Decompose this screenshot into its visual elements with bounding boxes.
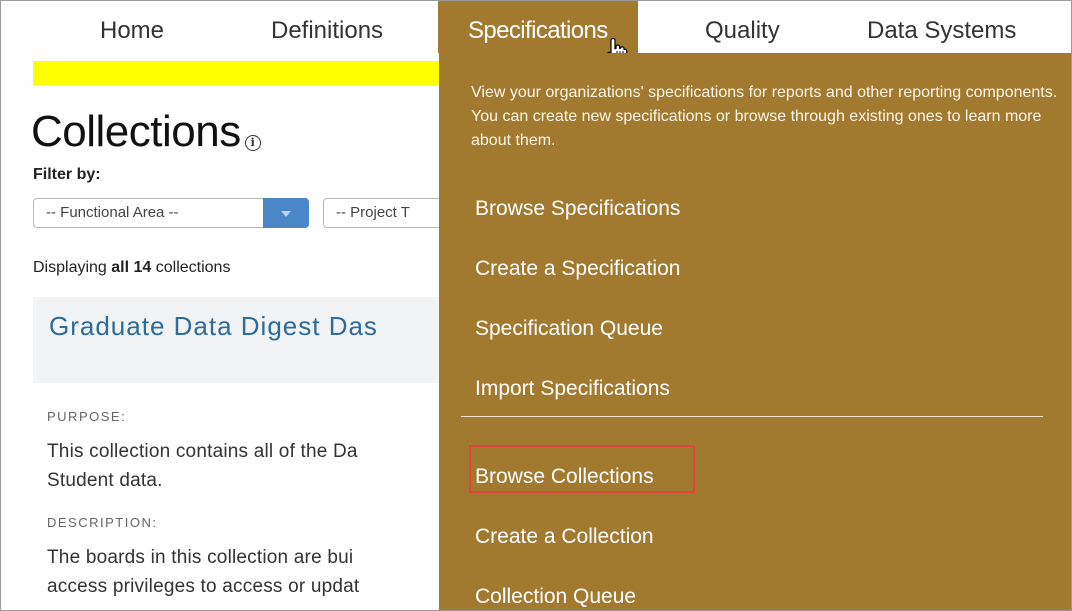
menu-item-create-collection[interactable]: Create a Collection [475,525,654,549]
menu-item-collection-queue[interactable]: Collection Queue [475,585,636,609]
app-window: Home Definitions Specifications Quality … [0,0,1072,611]
filter-label: Filter by: [33,166,101,183]
description-label: DESCRIPTION: [47,515,158,530]
page-title: Collections [31,107,241,156]
page-header: Collections i [31,107,261,157]
result-count: Displaying all 14 collections [33,259,230,277]
description-text-line-1: The boards in this collection are bui [47,547,354,568]
menu-item-browse-collections[interactable]: Browse Collections [475,465,654,489]
menu-divider [461,416,1043,417]
nav-definitions[interactable]: Definitions [271,17,383,45]
alert-banner [33,61,443,85]
description-text-line-2: access privileges to access or updat [47,576,360,597]
menu-item-specification-queue[interactable]: Specification Queue [475,317,663,341]
purpose-text-line-2: Student data. [47,470,163,488]
collection-title-link[interactable]: Graduate Data Digest Das [49,311,378,342]
purpose-label: PURPOSE: [47,409,127,424]
dropdown-description: View your organizations' specifications … [471,84,1058,149]
collection-card: Graduate Data Digest Das [33,297,453,383]
nav-data-systems[interactable]: Data Systems [867,17,1016,45]
result-count-number: all 14 [111,259,152,276]
nav-quality[interactable]: Quality [705,17,780,45]
result-count-prefix: Displaying [33,259,112,276]
nav-home[interactable]: Home [100,17,164,45]
info-icon[interactable]: i [244,135,261,151]
functional-area-select[interactable]: -- Functional Area -- [33,198,263,228]
menu-item-import-specifications[interactable]: Import Specifications [475,377,670,401]
top-nav: Home Definitions Specifications Quality … [1,1,1071,53]
menu-item-browse-specifications[interactable]: Browse Specifications [475,197,680,221]
chevron-down-icon[interactable] [263,198,309,228]
result-count-suffix: collections [151,259,231,276]
menu-item-create-specification[interactable]: Create a Specification [475,257,680,281]
specifications-dropdown-menu: View your organizations' specifications … [439,53,1071,610]
project-type-select[interactable]: -- Project T [323,198,453,228]
purpose-text-line-1: This collection contains all of the Da [47,441,358,462]
